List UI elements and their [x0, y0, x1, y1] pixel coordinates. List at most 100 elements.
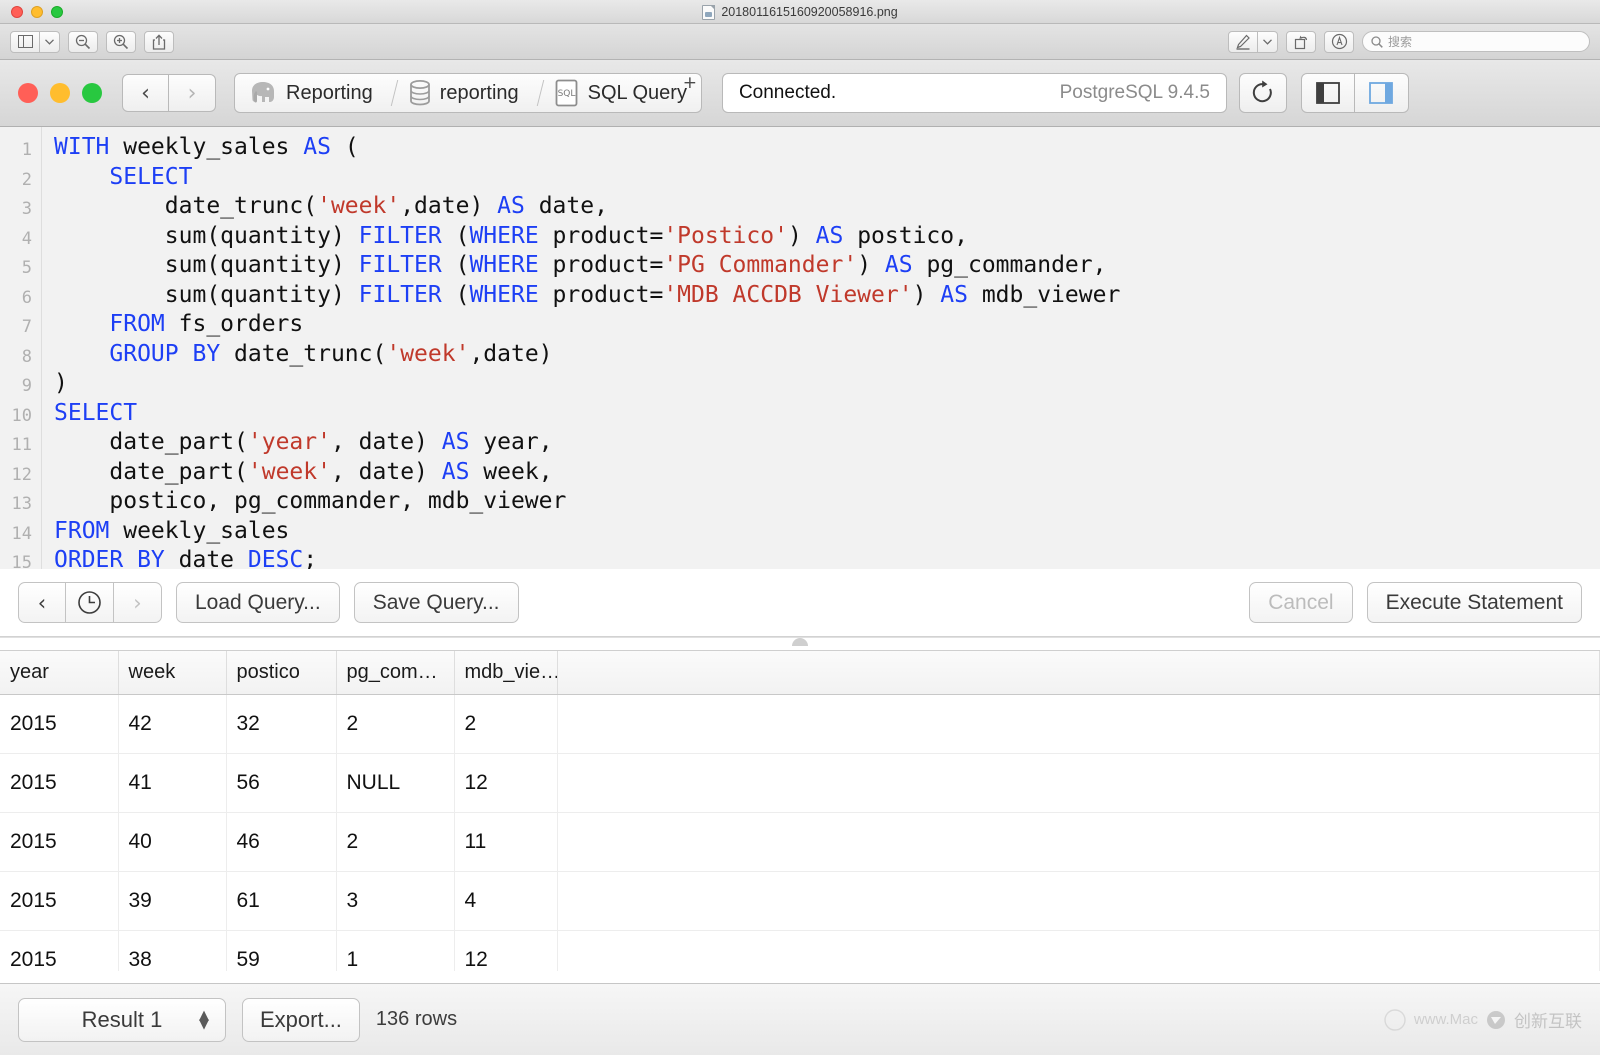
- code-token: (: [441, 281, 470, 308]
- table-cell-filler: [557, 930, 1600, 971]
- table-cell[interactable]: 12: [454, 930, 558, 971]
- table-cell[interactable]: 2015: [0, 694, 119, 754]
- sql-editor[interactable]: 1 2 3 4 5 6 7 8 9 10 11 12 13 14 15 WITH weekly_sales …: [0, 127, 1600, 569]
- table-cell[interactable]: 1: [336, 930, 455, 971]
- share-button[interactable]: [144, 30, 174, 53]
- table-cell[interactable]: 3: [336, 871, 455, 931]
- annotate-button[interactable]: [1324, 30, 1354, 53]
- toggle-left-pane-button[interactable]: [1300, 73, 1355, 113]
- code-line: date_trunc('week',date) AS date,: [54, 192, 1600, 222]
- code-token: week,: [469, 458, 553, 485]
- line-number: 15: [11, 553, 32, 569]
- code-token: sum(quantity): [54, 281, 359, 308]
- new-query-badge[interactable]: +: [683, 75, 697, 92]
- column-header[interactable]: postico: [226, 651, 337, 695]
- code-token: pg_commander,: [912, 252, 1107, 278]
- toggle-right-pane-button[interactable]: [1354, 73, 1409, 113]
- maximize-window-button[interactable]: [51, 5, 63, 18]
- table-cell[interactable]: NULL: [336, 753, 455, 813]
- code-token: ): [912, 281, 941, 308]
- zoom-out-icon: [75, 34, 91, 49]
- markup-dropdown[interactable]: [1258, 30, 1278, 53]
- preview-filename: 2018011615160920058916.png: [721, 5, 898, 19]
- code-token: year,: [469, 429, 553, 455]
- history-next-button[interactable]: ›: [114, 582, 162, 623]
- splitter-grip[interactable]: [792, 638, 808, 646]
- column-header[interactable]: mdb_vie…: [454, 651, 558, 695]
- refresh-icon: [1252, 80, 1272, 103]
- history-previous-button[interactable]: ‹: [18, 582, 66, 623]
- server-version-text: PostgreSQL 9.4.5: [1059, 82, 1210, 103]
- search-icon: [1371, 35, 1383, 48]
- table-cell[interactable]: 32: [226, 694, 337, 754]
- query-history-group: ‹ ›: [18, 582, 162, 623]
- nav-forward-button[interactable]: ›: [169, 74, 216, 112]
- load-query-button[interactable]: Load Query...: [176, 582, 340, 623]
- table-cell[interactable]: 2015: [0, 812, 119, 872]
- code-token: AS: [884, 252, 913, 278]
- table-row[interactable]: 2015 39 61 3 4: [0, 871, 1600, 931]
- save-query-button[interactable]: Save Query...: [353, 582, 519, 623]
- table-cell[interactable]: 56: [226, 753, 337, 813]
- result-set-selector[interactable]: Result 1 ▲ ▼: [18, 997, 226, 1042]
- app-close-button[interactable]: [18, 83, 38, 103]
- table-row[interactable]: 2015 40 46 2 11: [0, 812, 1600, 872]
- code-token: sum(quantity): [54, 252, 359, 278]
- table-cell[interactable]: 38: [118, 930, 227, 971]
- column-header[interactable]: pg_com…: [336, 651, 455, 695]
- code-line: ): [54, 369, 1600, 399]
- preview-search-field[interactable]: 搜索: [1362, 31, 1590, 52]
- table-cell[interactable]: 2: [336, 812, 455, 872]
- code-token: product=: [538, 252, 664, 278]
- sql-code-area[interactable]: WITH weekly_sales AS ( SELECT date_trunc…: [42, 127, 1600, 569]
- table-row[interactable]: 2015 42 32 2 2: [0, 694, 1600, 754]
- history-list-button[interactable]: [66, 582, 114, 623]
- document-icon: [702, 4, 716, 20]
- table-cell[interactable]: 46: [226, 812, 337, 872]
- table-cell[interactable]: 2: [336, 694, 455, 754]
- zoom-out-button[interactable]: [68, 30, 98, 53]
- table-cell[interactable]: 2015: [0, 930, 119, 971]
- sidebar-view-dropdown[interactable]: [40, 30, 60, 53]
- zoom-in-button[interactable]: [106, 30, 136, 53]
- markup-button[interactable]: [1228, 30, 1258, 53]
- table-cell[interactable]: 2015: [0, 753, 119, 813]
- export-button[interactable]: Export...: [242, 997, 360, 1042]
- close-window-button[interactable]: [11, 5, 23, 18]
- code-line: sum(quantity) FILTER (WHERE product='PG …: [54, 251, 1600, 281]
- sidebar-view-button[interactable]: [10, 30, 40, 53]
- table-cell[interactable]: 59: [226, 930, 337, 971]
- table-row[interactable]: 2015 38 59 1 12: [0, 930, 1600, 971]
- table-cell[interactable]: 4: [454, 871, 558, 931]
- code-line: sum(quantity) FILTER (WHERE product='Pos…: [54, 222, 1600, 252]
- table-cell[interactable]: 11: [454, 812, 558, 872]
- line-number: 7: [21, 317, 32, 337]
- table-cell[interactable]: 12: [454, 753, 558, 813]
- table-cell[interactable]: 61: [226, 871, 337, 931]
- nav-back-button[interactable]: ‹: [122, 74, 169, 112]
- breadcrumb-item-sql-query[interactable]: SQL SQL Query: [541, 74, 697, 112]
- sidebar-icon: [17, 35, 33, 48]
- rotate-button[interactable]: [1286, 30, 1316, 53]
- execute-statement-button[interactable]: Execute Statement: [1366, 582, 1582, 623]
- table-row[interactable]: 2015 41 56 NULL 12: [0, 753, 1600, 813]
- table-cell[interactable]: 39: [118, 871, 227, 931]
- table-cell[interactable]: 2: [454, 694, 558, 754]
- table-cell[interactable]: 41: [118, 753, 227, 813]
- breadcrumb-item-database[interactable]: reporting: [395, 74, 529, 112]
- table-cell[interactable]: 42: [118, 694, 227, 754]
- refresh-button[interactable]: [1238, 73, 1287, 113]
- code-token: WHERE: [469, 281, 539, 308]
- column-header[interactable]: year: [0, 651, 119, 695]
- results-grid[interactable]: year week postico pg_com… mdb_vie… 2015 42 32 2…: [0, 651, 1600, 971]
- results-table: year week postico pg_com… mdb_vie… 2015 42 32 2…: [0, 651, 1600, 971]
- app-maximize-button[interactable]: [82, 83, 102, 103]
- column-header[interactable]: week: [118, 651, 227, 695]
- table-cell[interactable]: 2015: [0, 871, 119, 931]
- pane-splitter[interactable]: [0, 637, 1600, 651]
- annotate-icon: [1331, 33, 1347, 50]
- minimize-window-button[interactable]: [31, 5, 43, 18]
- app-minimize-button[interactable]: [50, 83, 70, 103]
- breadcrumb-item-reporting-server[interactable]: Reporting: [235, 74, 383, 112]
- table-cell[interactable]: 40: [118, 812, 227, 872]
